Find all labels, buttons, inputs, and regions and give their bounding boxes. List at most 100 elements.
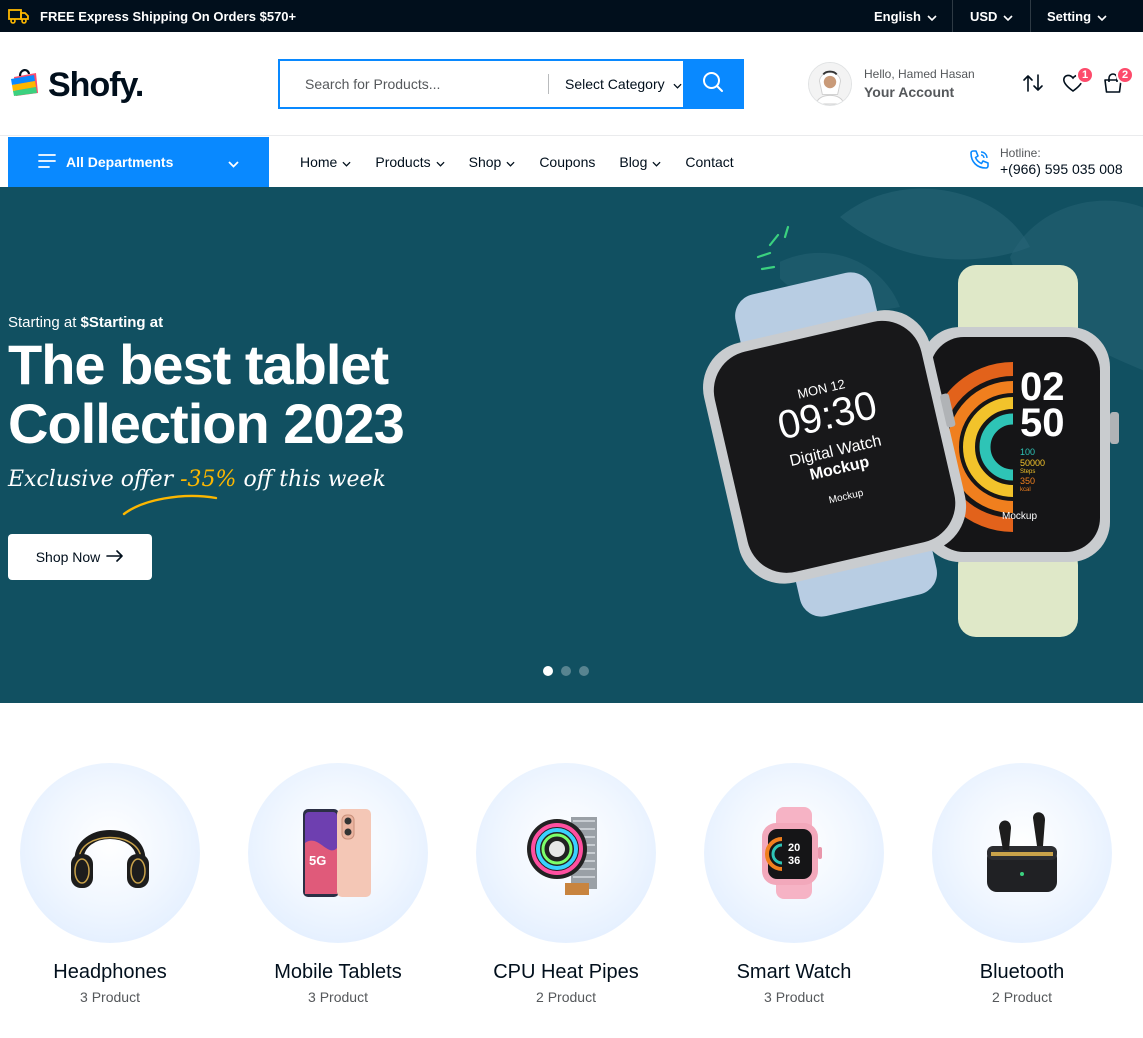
chevron-down-icon <box>342 154 351 170</box>
setting-select[interactable]: Setting <box>1047 0 1107 32</box>
hero-title-line2: Collection 2023 <box>8 392 405 455</box>
cpu-cooler-icon <box>527 817 597 895</box>
svg-text:20: 20 <box>788 842 800 854</box>
watch-right-screen: 02 50 100 50000 Steps 350 kcal <box>1020 365 1065 494</box>
divider <box>1030 0 1031 32</box>
main-nav: Home Products Shop Coupons Blog Contact <box>300 137 758 187</box>
watch-right-brand: Mockup <box>1002 511 1037 522</box>
chevron-down-icon <box>1097 9 1107 24</box>
hero-subtitle: Starting at $Starting at <box>8 314 163 331</box>
svg-text:36: 36 <box>788 855 800 867</box>
category-list: Headphones 3 Product 5G Mobile Tablets 3… <box>0 763 1143 1013</box>
top-bar: FREE Express Shipping On Orders $570+ En… <box>0 0 1143 32</box>
cart-button[interactable]: 2 <box>1100 66 1134 98</box>
all-departments-button[interactable]: All Departments <box>8 137 269 187</box>
nav-item-label: Products <box>375 154 431 170</box>
nav-item-contact[interactable]: Contact <box>685 154 733 170</box>
nav-item-label: Coupons <box>539 154 596 170</box>
search-icon <box>702 71 724 98</box>
phone-icon <box>968 149 990 176</box>
chevron-down-icon <box>506 154 515 170</box>
chevron-down-icon <box>652 154 661 170</box>
offer-suffix: off this week <box>236 467 386 492</box>
nav-item-label: Shop <box>468 154 502 170</box>
slider-dot-2[interactable] <box>561 666 571 676</box>
currency-select[interactable]: USD <box>970 0 1014 32</box>
nav-bar: All Departments Home Products Shop Coupo… <box>0 137 1143 187</box>
avatar <box>808 62 852 106</box>
logo[interactable]: Shofy. <box>8 65 144 104</box>
chevron-down-icon <box>436 154 445 170</box>
watch-stat1: 100 <box>1020 447 1036 457</box>
nav-item-label: Blog <box>619 154 648 170</box>
category-item-mobile-tablets[interactable]: 5G Mobile Tablets 3 Product <box>224 763 452 1006</box>
category-image: 20 36 <box>704 763 884 943</box>
wishlist-count-badge: 1 <box>1076 66 1094 84</box>
category-item-cpu-heat-pipes[interactable]: CPU Heat Pipes 2 Product <box>452 763 680 1006</box>
compare-button[interactable] <box>1020 72 1046 98</box>
watch-stat2: 50000 <box>1020 458 1046 468</box>
language-label: English <box>874 8 921 24</box>
category-select-label: Select Category <box>565 76 665 92</box>
nav-item-home[interactable]: Home <box>300 154 351 170</box>
category-name: Smart Watch <box>736 961 852 983</box>
chevron-down-icon <box>1003 9 1014 24</box>
slider-dot-1[interactable] <box>543 666 553 676</box>
search-button[interactable] <box>683 61 742 107</box>
category-item-bluetooth[interactable]: Bluetooth 2 Product <box>908 763 1136 1006</box>
chevron-down-icon <box>673 76 682 92</box>
arrow-right-icon <box>106 549 124 565</box>
hotline-number: +(966) 595 035 008 <box>1000 161 1123 177</box>
nav-item-coupons[interactable]: Coupons <box>539 154 595 170</box>
category-count: 3 Product <box>764 989 824 1005</box>
watch-stat3-label: kcal <box>1020 487 1031 493</box>
category-count: 3 Product <box>308 989 368 1005</box>
hero-title: The best tablet Collection 2023 <box>8 335 528 453</box>
smartwatch-icon: 20 36 <box>762 807 822 899</box>
category-image <box>932 763 1112 943</box>
category-name: CPU Heat Pipes <box>493 961 639 983</box>
setting-label: Setting <box>1047 8 1092 24</box>
logo-text: Shofy. <box>48 65 144 104</box>
category-item-headphones[interactable]: Headphones 3 Product <box>0 763 224 1006</box>
chevron-down-icon <box>228 155 239 171</box>
truck-icon <box>8 8 30 24</box>
category-select[interactable]: Select Category <box>549 61 683 107</box>
chevron-down-icon <box>927 9 937 24</box>
main-header: Shofy. Select Category Hello, H <box>0 32 1143 136</box>
slider-dot-3[interactable] <box>579 666 589 676</box>
watch-right-brand-label: Mockup <box>1002 511 1038 522</box>
slider-pagination <box>543 666 589 676</box>
watch-stat2-label: Steps <box>1020 469 1036 475</box>
headphones-icon <box>71 830 149 888</box>
category-name: Headphones <box>53 961 167 983</box>
account-menu[interactable]: Hello, Hamed Hasan Your Account <box>808 62 975 106</box>
category-item-smart-watch[interactable]: 20 36 Smart Watch 3 Product <box>680 763 908 1006</box>
watch-hour: 02 <box>1020 365 1065 409</box>
category-count: 2 Product <box>536 989 596 1005</box>
shopping-bag-logo-icon <box>8 65 42 104</box>
hero-offer: Exclusive offer -35% off this week <box>8 467 386 492</box>
search-input[interactable] <box>280 61 548 107</box>
hero-slider: Starting at $Starting at The best tablet… <box>0 187 1143 703</box>
hotline-label: Hotline: <box>1000 146 1041 160</box>
offer-percent: -35% <box>180 467 237 492</box>
watch-stat3: 350 <box>1020 476 1036 486</box>
shop-now-button[interactable]: Shop Now <box>8 534 152 580</box>
hero-subtitle-prefix: Starting at <box>8 314 81 331</box>
nav-item-blog[interactable]: Blog <box>619 154 661 170</box>
nav-item-label: Home <box>300 154 338 170</box>
category-count: 2 Product <box>992 989 1052 1005</box>
nav-item-products[interactable]: Products <box>375 154 445 170</box>
language-select[interactable]: English <box>874 0 937 32</box>
nav-item-shop[interactable]: Shop <box>469 154 516 170</box>
all-departments-label: All Departments <box>66 154 174 170</box>
wishlist-button[interactable]: 1 <box>1060 66 1094 98</box>
category-image: 5G <box>248 763 428 943</box>
watch-minute: 50 <box>1020 401 1065 445</box>
earbuds-icon <box>987 812 1057 892</box>
shipping-notice: FREE Express Shipping On Orders $570+ <box>8 6 296 26</box>
cart-count-badge: 2 <box>1116 66 1134 84</box>
hotline[interactable]: Hotline: +(966) 595 035 008 <box>968 146 1123 178</box>
offer-underline-decoration <box>122 494 218 516</box>
